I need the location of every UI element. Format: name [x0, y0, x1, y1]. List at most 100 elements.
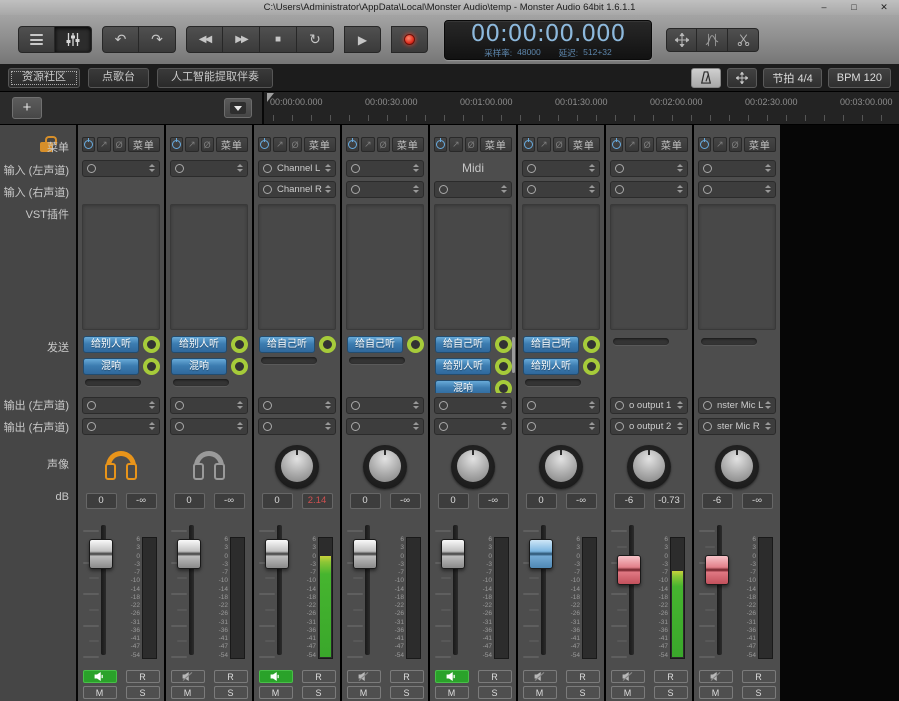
pan-knob[interactable] [539, 445, 583, 489]
mute-button[interactable]: M [611, 686, 645, 699]
track-list-view-button[interactable] [18, 26, 55, 53]
fader-db-value[interactable]: 0 [86, 493, 117, 509]
loop-button[interactable]: ↻ [297, 26, 334, 53]
mute-button[interactable]: M [435, 686, 469, 699]
channel-expand-button[interactable]: ↗ [273, 137, 286, 152]
record-arm-button[interactable]: R [654, 670, 688, 683]
output-select[interactable] [258, 397, 336, 414]
channel-phase-button[interactable]: Ø [201, 137, 214, 152]
vst-plugin-area[interactable] [346, 204, 424, 330]
input-select[interactable] [82, 160, 160, 177]
collapse-panel-button[interactable] [224, 98, 252, 118]
send-level-knob[interactable] [495, 358, 512, 375]
send-slider[interactable] [613, 338, 669, 345]
fast-forward-button[interactable]: ▶▶ [223, 26, 260, 53]
send-level-knob[interactable] [143, 336, 160, 353]
solo-button[interactable]: S [126, 686, 160, 699]
output-select[interactable] [170, 418, 248, 435]
input-select[interactable] [698, 181, 776, 198]
vst-plugin-area[interactable] [258, 204, 336, 330]
tab-resource-community[interactable]: 资源社区 [8, 68, 80, 88]
solo-button[interactable]: S [302, 686, 336, 699]
rewind-button[interactable]: ◀◀ [186, 26, 223, 53]
fader-handle[interactable] [529, 539, 553, 569]
record-button[interactable] [391, 26, 428, 53]
channel-expand-button[interactable]: ↗ [97, 137, 110, 152]
output-select[interactable] [522, 418, 600, 435]
channel-phase-button[interactable]: Ø [729, 137, 742, 152]
channel-expand-button[interactable]: ↗ [537, 137, 550, 152]
fader-handle[interactable] [353, 539, 377, 569]
fader-db-value[interactable]: 0 [174, 493, 205, 509]
tab-song-request[interactable]: 点歌台 [88, 68, 149, 88]
peak-db-value[interactable]: -∞ [214, 493, 245, 509]
channel-expand-button[interactable]: ↗ [713, 137, 726, 152]
maximize-button[interactable]: □ [839, 0, 869, 15]
record-arm-button[interactable]: R [126, 670, 160, 683]
close-button[interactable]: ✕ [869, 0, 899, 15]
record-arm-button[interactable]: R [478, 670, 512, 683]
input-select[interactable] [610, 160, 688, 177]
headphones-icon[interactable] [188, 448, 230, 486]
beat-signature-button[interactable]: 节拍 4/4 [763, 68, 821, 88]
cut-tool-button[interactable] [728, 28, 759, 52]
send-slider[interactable] [261, 357, 317, 364]
fader-handle[interactable] [441, 539, 465, 569]
pan-knob[interactable] [627, 445, 671, 489]
channel-menu-button[interactable]: 菜单 [304, 137, 336, 152]
vst-plugin-area[interactable] [522, 204, 600, 330]
send-level-knob[interactable] [143, 358, 160, 375]
channel-menu-button[interactable]: 菜单 [656, 137, 688, 152]
send-level-knob[interactable] [583, 358, 600, 375]
channel-menu-button[interactable]: 菜单 [392, 137, 424, 152]
mute-button[interactable]: M [347, 686, 381, 699]
output-select[interactable] [346, 397, 424, 414]
send-slider[interactable] [701, 338, 757, 345]
minimize-button[interactable]: – [809, 0, 839, 15]
peak-db-value[interactable]: -∞ [126, 493, 157, 509]
channel-expand-button[interactable]: ↗ [625, 137, 638, 152]
pan-knob[interactable] [715, 445, 759, 489]
pan-knob[interactable] [451, 445, 495, 489]
peak-db-value[interactable]: -∞ [742, 493, 773, 509]
fader-track[interactable] [629, 525, 634, 655]
fader-db-value[interactable]: -6 [614, 493, 645, 509]
send-button[interactable]: 给自己听 [435, 336, 491, 353]
output-select[interactable] [522, 397, 600, 414]
fader-handle[interactable] [265, 539, 289, 569]
channel-power-button[interactable] [522, 137, 535, 152]
mute-button[interactable]: M [83, 686, 117, 699]
output-select[interactable]: ster Mic R [698, 418, 776, 435]
input-select[interactable]: Channel R [258, 181, 336, 198]
vst-plugin-area[interactable] [434, 204, 512, 330]
send-slider[interactable] [525, 379, 581, 386]
timeline-ruler[interactable]: 00:00:00.00000:00:30.00000:01:00.00000:0… [264, 92, 899, 124]
output-select[interactable]: nster Mic L [698, 397, 776, 414]
output-select[interactable] [82, 418, 160, 435]
mixer-view-button[interactable] [55, 26, 92, 53]
output-select[interactable] [434, 397, 512, 414]
fader-handle[interactable] [89, 539, 113, 569]
fader-db-value[interactable]: 0 [526, 493, 557, 509]
peak-db-value[interactable]: -∞ [566, 493, 597, 509]
fader-db-value[interactable]: 0 [350, 493, 381, 509]
send-button[interactable]: 给别人听 [435, 358, 491, 375]
send-slider[interactable] [349, 357, 405, 364]
pan-knob[interactable] [363, 445, 407, 489]
stop-button[interactable]: ■ [260, 26, 297, 53]
send-level-knob[interactable] [495, 380, 512, 394]
move-tool-button[interactable] [666, 28, 697, 52]
input-select[interactable] [522, 181, 600, 198]
channel-phase-button[interactable]: Ø [465, 137, 478, 152]
fader-db-value[interactable]: 0 [262, 493, 293, 509]
channel-expand-button[interactable]: ↗ [185, 137, 198, 152]
channel-power-button[interactable] [258, 137, 271, 152]
solo-button[interactable]: S [214, 686, 248, 699]
channel-phase-button[interactable]: Ø [289, 137, 302, 152]
input-select[interactable] [610, 181, 688, 198]
record-arm-button[interactable]: R [302, 670, 336, 683]
input-select[interactable] [346, 160, 424, 177]
monitor-speaker-button[interactable] [83, 670, 117, 683]
channel-expand-button[interactable]: ↗ [449, 137, 462, 152]
vst-plugin-area[interactable] [82, 204, 160, 330]
